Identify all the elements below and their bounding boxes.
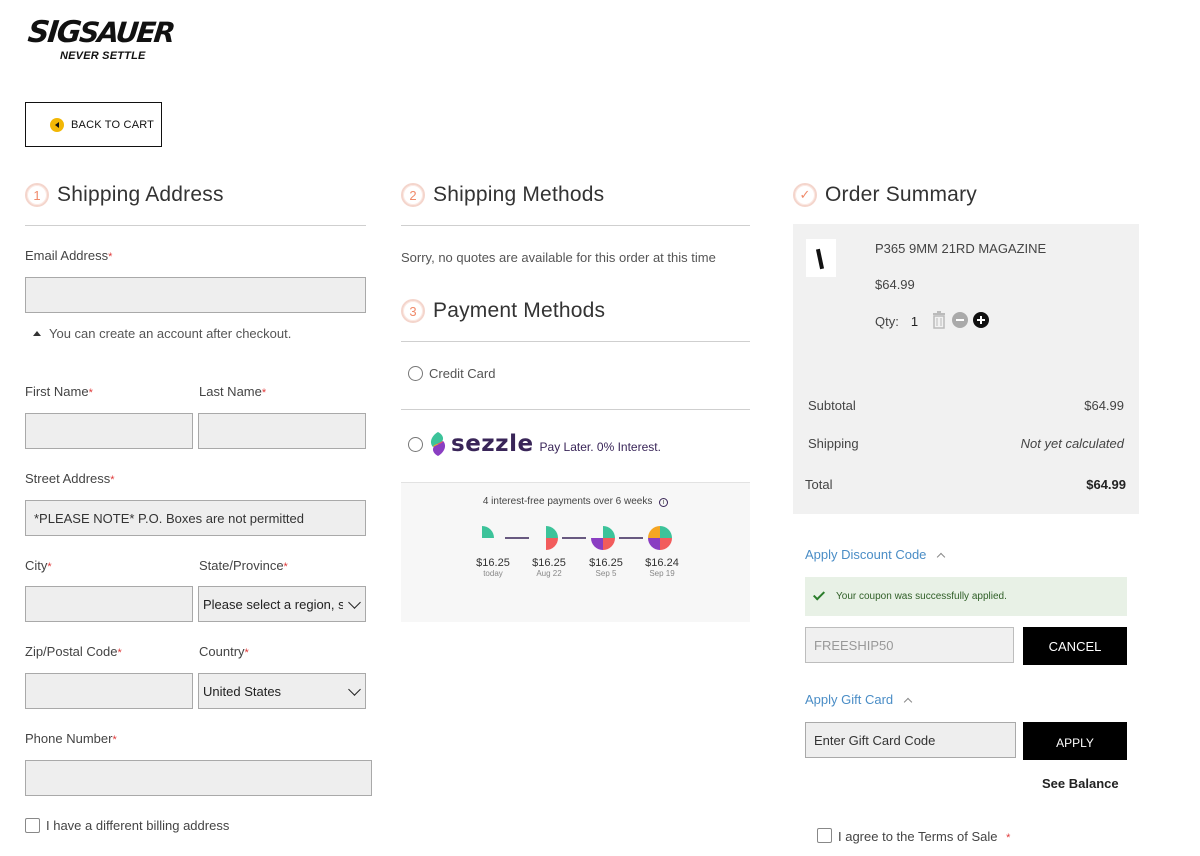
brand-tagline: NEVER SETTLE bbox=[60, 50, 146, 62]
installment-2: $16.25 Aug 22 bbox=[532, 557, 566, 578]
apply-gift-card-toggle[interactable]: Apply Gift Card bbox=[805, 692, 913, 707]
first-name-label: First Name* bbox=[25, 384, 93, 399]
terms-checkbox[interactable] bbox=[817, 828, 832, 843]
payment-methods-title: Payment Methods bbox=[433, 299, 606, 322]
sezzle-note: 4 interest-free payments over 6 weeks i bbox=[401, 496, 750, 507]
info-icon: i bbox=[659, 498, 669, 507]
gift-card-input[interactable]: Enter Gift Card Code bbox=[805, 722, 1016, 758]
product-thumbnail[interactable] bbox=[806, 239, 836, 277]
divider bbox=[25, 225, 366, 226]
shipping-methods-header: 2 Shipping Methods bbox=[401, 180, 604, 210]
qty-value: 1 bbox=[910, 314, 919, 329]
item-name: P365 9MM 21RD MAGAZINE bbox=[875, 241, 1047, 256]
zip-label: Zip/Postal Code* bbox=[25, 644, 122, 659]
country-label: Country* bbox=[199, 644, 249, 659]
street-label: Street Address* bbox=[25, 471, 115, 486]
subtotal-label: Subtotal bbox=[808, 398, 856, 413]
sezzle-schedule-graphic bbox=[482, 526, 672, 550]
chevron-up-icon bbox=[903, 697, 913, 706]
zip-field[interactable] bbox=[25, 673, 193, 709]
coupon-success-message: Your coupon was successfully applied. bbox=[805, 577, 1127, 616]
apply-gift-card-button[interactable]: APPLY bbox=[1023, 722, 1127, 760]
chevron-down-icon bbox=[348, 683, 361, 696]
triangle-up-icon bbox=[33, 331, 41, 336]
item-price: $64.99 bbox=[875, 277, 915, 292]
phone-label: Phone Number* bbox=[25, 731, 117, 746]
credit-card-radio[interactable] bbox=[408, 366, 423, 381]
installment-1: $16.25 today bbox=[476, 557, 510, 578]
shipping-value: Not yet calculated bbox=[1020, 436, 1124, 451]
shipping-address-header: 1 Shipping Address bbox=[25, 180, 224, 210]
step-3-badge: 3 bbox=[401, 299, 425, 323]
step-1-badge: 1 bbox=[25, 183, 49, 207]
billing-checkbox-label: I have a different billing address bbox=[46, 818, 230, 833]
account-hint: You can create an account after checkout… bbox=[25, 326, 291, 341]
decrease-qty-icon[interactable] bbox=[952, 312, 968, 328]
installment-4: $16.24 Sep 19 bbox=[645, 557, 679, 578]
order-summary-title: Order Summary bbox=[825, 183, 977, 206]
apply-discount-toggle[interactable]: Apply Discount Code bbox=[805, 547, 946, 562]
city-label: City* bbox=[25, 558, 52, 573]
billing-checkbox[interactable] bbox=[25, 818, 40, 833]
terms-label: I agree to the Terms of Sale * bbox=[838, 829, 1011, 844]
logo-sauer: SAUER bbox=[77, 16, 176, 49]
cancel-coupon-button[interactable]: CANCEL bbox=[1023, 627, 1127, 665]
sezzle-radio[interactable] bbox=[408, 437, 423, 452]
country-select[interactable]: United States bbox=[198, 673, 366, 709]
country-selected-value: United States bbox=[203, 683, 282, 699]
order-summary-header: ✓ Order Summary bbox=[793, 180, 977, 210]
discount-code-input[interactable]: FREESHIP50 bbox=[805, 627, 1014, 663]
state-select[interactable]: Please select a region, state or provinc… bbox=[198, 586, 366, 622]
state-selected-value: Please select a region, state or provinc… bbox=[203, 596, 343, 612]
shipping-address-title: Shipping Address bbox=[57, 183, 224, 206]
divider bbox=[401, 341, 750, 342]
phone-field[interactable] bbox=[25, 760, 372, 796]
email-field[interactable] bbox=[25, 277, 366, 313]
sezzle-option[interactable]: sezzle Pay Later. 0% Interest. bbox=[428, 431, 661, 457]
shipping-label: Shipping bbox=[808, 436, 859, 451]
street-field[interactable]: *PLEASE NOTE* P.O. Boxes are not permitt… bbox=[25, 500, 366, 536]
sezzle-logo-icon bbox=[430, 432, 446, 456]
shipping-methods-title: Shipping Methods bbox=[433, 183, 605, 206]
divider bbox=[401, 225, 750, 226]
first-name-field[interactable] bbox=[25, 413, 193, 449]
checkmark-icon bbox=[812, 588, 826, 601]
total-value: $64.99 bbox=[1086, 477, 1126, 492]
chevron-down-icon bbox=[348, 596, 361, 609]
city-field[interactable] bbox=[25, 586, 193, 622]
check-badge-icon: ✓ bbox=[793, 183, 817, 207]
sezzle-tagline: Pay Later. 0% Interest. bbox=[539, 440, 661, 454]
back-to-cart-label: BACK TO CART bbox=[71, 118, 155, 131]
no-quotes-message: Sorry, no quotes are available for this … bbox=[401, 250, 716, 265]
qty-row: Qty: 1 bbox=[875, 314, 919, 329]
sezzle-wordmark: sezzle bbox=[451, 431, 534, 457]
logo-sig: SIG bbox=[26, 15, 82, 50]
email-label: Email Address* bbox=[25, 248, 113, 263]
back-arrow-icon bbox=[50, 117, 64, 132]
see-balance-link[interactable]: See Balance bbox=[1042, 776, 1119, 791]
total-label: Total bbox=[805, 477, 833, 492]
last-name-field[interactable] bbox=[198, 413, 366, 449]
last-name-label: Last Name* bbox=[199, 384, 267, 399]
subtotal-value: $64.99 bbox=[1084, 398, 1124, 413]
sezzle-installments-panel: 4 interest-free payments over 6 weeks i … bbox=[401, 482, 750, 622]
back-to-cart-button[interactable]: BACK TO CART bbox=[25, 102, 162, 147]
credit-card-label: Credit Card bbox=[429, 366, 496, 381]
installment-3: $16.25 Sep 5 bbox=[589, 557, 623, 578]
divider bbox=[401, 409, 750, 410]
state-label: State/Province* bbox=[199, 558, 288, 573]
order-summary-panel: P365 9MM 21RD MAGAZINE $64.99 Qty: 1 Sub… bbox=[793, 224, 1139, 514]
trash-icon[interactable] bbox=[932, 311, 946, 329]
brand-logo[interactable]: SIGSAUER NEVER SETTLE bbox=[26, 15, 175, 80]
payment-methods-header: 3 Payment Methods bbox=[401, 296, 605, 326]
step-2-badge: 2 bbox=[401, 183, 425, 207]
chevron-up-icon bbox=[937, 552, 946, 561]
increase-qty-icon[interactable] bbox=[973, 312, 989, 328]
